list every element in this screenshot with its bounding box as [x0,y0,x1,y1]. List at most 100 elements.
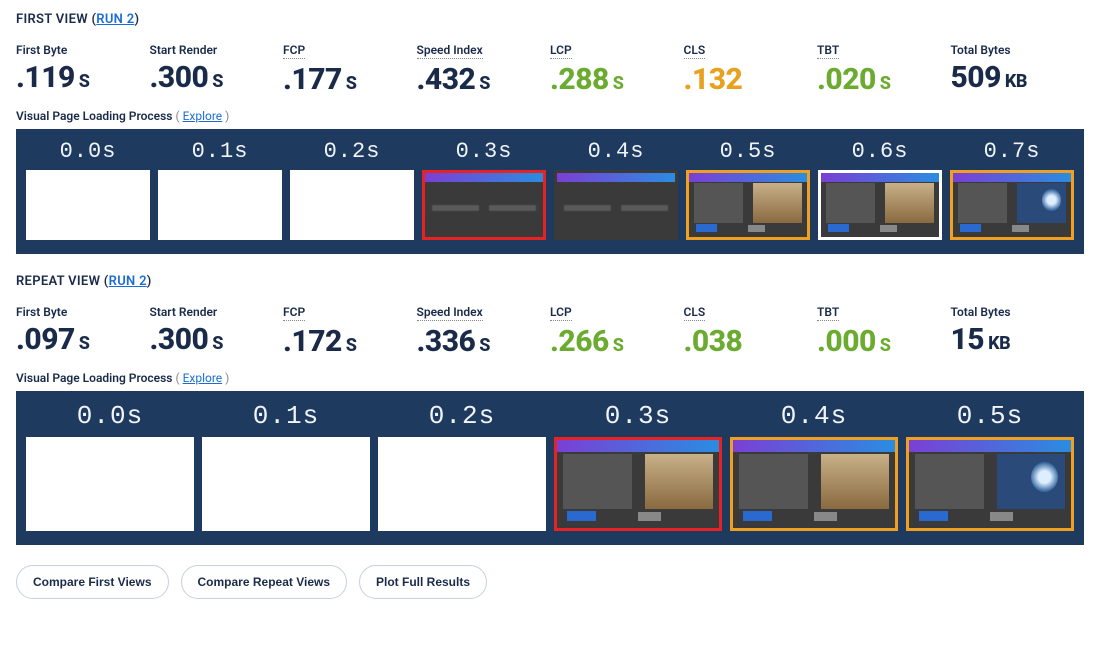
metric-value: .432S [417,65,551,95]
frame-time: 0.3s [456,139,513,164]
metric-tbt: TBT.020S [817,39,951,95]
metric-label: CLS [684,43,706,59]
compare-first-views-button[interactable]: Compare First Views [16,565,169,599]
metric-label: Total Bytes [951,305,1011,319]
frame-time: 0.4s [588,139,645,164]
metric-cls: CLS.038 [684,301,818,357]
metric-speed-index: Speed Index .336S [417,301,551,357]
filmstrip-frame[interactable]: 0.1s [158,139,282,240]
frame-thumbnail[interactable] [950,170,1074,240]
plot-full-results-button[interactable]: Plot Full Results [359,565,487,599]
metric-label: TBT [817,305,839,321]
filmstrip-frame[interactable]: 0.4s [730,401,898,532]
frame-thumbnail[interactable] [26,170,150,240]
metric-value: .266S [550,327,684,357]
filmstrip-frame[interactable]: 0.0s [26,401,194,532]
metric-label: Speed Index [417,43,483,59]
metric-start-render: Start Render .300S [150,301,284,357]
metric-value: .172S [283,327,417,357]
filmstrip-frame[interactable]: 0.5s [686,139,810,240]
first-view-metrics: First Byte .119SStart Render .300S FCP .177S… [16,39,1084,95]
repeat-view-section: REPEAT VIEW (RUN 2) First Byte.097SStart… [16,274,1084,546]
filmstrip-frame[interactable]: 0.6s [818,139,942,240]
frame-time: 0.0s [77,401,143,431]
metric-value: .336S [417,327,551,357]
metric-lcp: LCP .266S [550,301,684,357]
metric-value: .119S [16,63,150,93]
frame-time: 0.7s [984,139,1041,164]
repeat-view-title: REPEAT VIEW [16,274,100,289]
filmstrip-frame[interactable]: 0.3s [422,139,546,240]
frame-time: 0.6s [852,139,909,164]
metric-value: .132 [684,65,818,95]
filmstrip-frame[interactable]: 0.2s [290,139,414,240]
metric-value: 509KB [951,63,1085,93]
frame-thumbnail[interactable] [818,170,942,240]
frame-time: 0.2s [429,401,495,431]
frame-thumbnail[interactable] [26,437,194,532]
frame-time: 0.0s [60,139,117,164]
filmstrip-frame[interactable]: 0.0s [26,139,150,240]
metric-tbt: TBT .000S [817,301,951,357]
frame-time: 0.3s [605,401,671,431]
bottom-buttons: Compare First Views Compare Repeat Views… [16,565,1084,599]
frame-thumbnail[interactable] [422,170,546,240]
metric-value: .177S [283,65,417,95]
frame-time: 0.1s [253,401,319,431]
repeat-view-header: REPEAT VIEW (RUN 2) [16,274,1084,289]
metric-value: .038 [684,327,818,357]
filmstrip-frame[interactable]: 0.4s [554,139,678,240]
filmstrip-frame[interactable]: 0.7s [950,139,1074,240]
frame-thumbnail[interactable] [158,170,282,240]
metric-first-byte: First Byte.097S [16,301,150,357]
frame-thumbnail[interactable] [906,437,1074,532]
first-filmstrip: 0.0s 0.1s 0.2s 0.3s 0.4s 0.5s 0.6s 0.7s [16,129,1084,254]
metric-label: LCP [550,43,572,59]
metric-value: 15KB [951,325,1085,355]
repeat-filmstrip: 0.0s 0.1s 0.2s 0.3s 0.4s 0.5s [16,391,1084,546]
frame-thumbnail[interactable] [730,437,898,532]
metric-lcp: LCP.288S [550,39,684,95]
metric-cls: CLS .132 [684,39,818,95]
metric-fcp: FCP .172S [283,301,417,357]
metric-value: .000S [817,327,951,357]
frame-time: 0.4s [781,401,847,431]
metric-total-bytes: Total Bytes 509KB [951,39,1085,95]
metric-total-bytes: Total Bytes 15KB [951,301,1085,357]
frame-thumbnail[interactable] [202,437,370,532]
metric-label: Start Render [150,305,218,319]
repeat-explore-link[interactable]: Explore [183,371,223,385]
metric-label: Total Bytes [951,43,1011,57]
metric-label: FCP [283,305,305,321]
frame-time: 0.5s [957,401,1023,431]
metric-label: FCP [283,43,305,59]
frame-thumbnail[interactable] [686,170,810,240]
first-view-title: FIRST VIEW [16,12,88,27]
metric-value: .097S [16,325,150,355]
repeat-view-run-link[interactable]: RUN 2 [109,274,147,289]
metric-label: TBT [817,43,839,59]
first-view-run-link[interactable]: RUN 2 [96,12,134,27]
repeat-vpl-label: Visual Page Loading Process ( Explore ) [16,371,1084,385]
metric-value: .300S [150,325,284,355]
filmstrip-frame[interactable]: 0.2s [378,401,546,532]
frame-thumbnail[interactable] [554,437,722,532]
compare-repeat-views-button[interactable]: Compare Repeat Views [181,565,348,599]
repeat-view-metrics: First Byte.097SStart Render .300S FCP .172S… [16,301,1084,357]
metric-label: Speed Index [417,305,483,321]
metric-label: First Byte [16,43,67,57]
frame-thumbnail[interactable] [554,170,678,240]
frame-time: 0.1s [192,139,249,164]
first-view-header: FIRST VIEW (RUN 2) [16,12,1084,27]
filmstrip-frame[interactable]: 0.5s [906,401,1074,532]
frame-thumbnail[interactable] [290,170,414,240]
filmstrip-frame[interactable]: 0.3s [554,401,722,532]
first-vpl-label: Visual Page Loading Process ( Explore ) [16,109,1084,123]
frame-thumbnail[interactable] [378,437,546,532]
filmstrip-frame[interactable]: 0.1s [202,401,370,532]
metric-value: .300S [150,63,284,93]
frame-time: 0.5s [720,139,777,164]
metric-label: LCP [550,305,572,321]
first-explore-link[interactable]: Explore [183,109,223,123]
metric-label: Start Render [150,43,218,57]
